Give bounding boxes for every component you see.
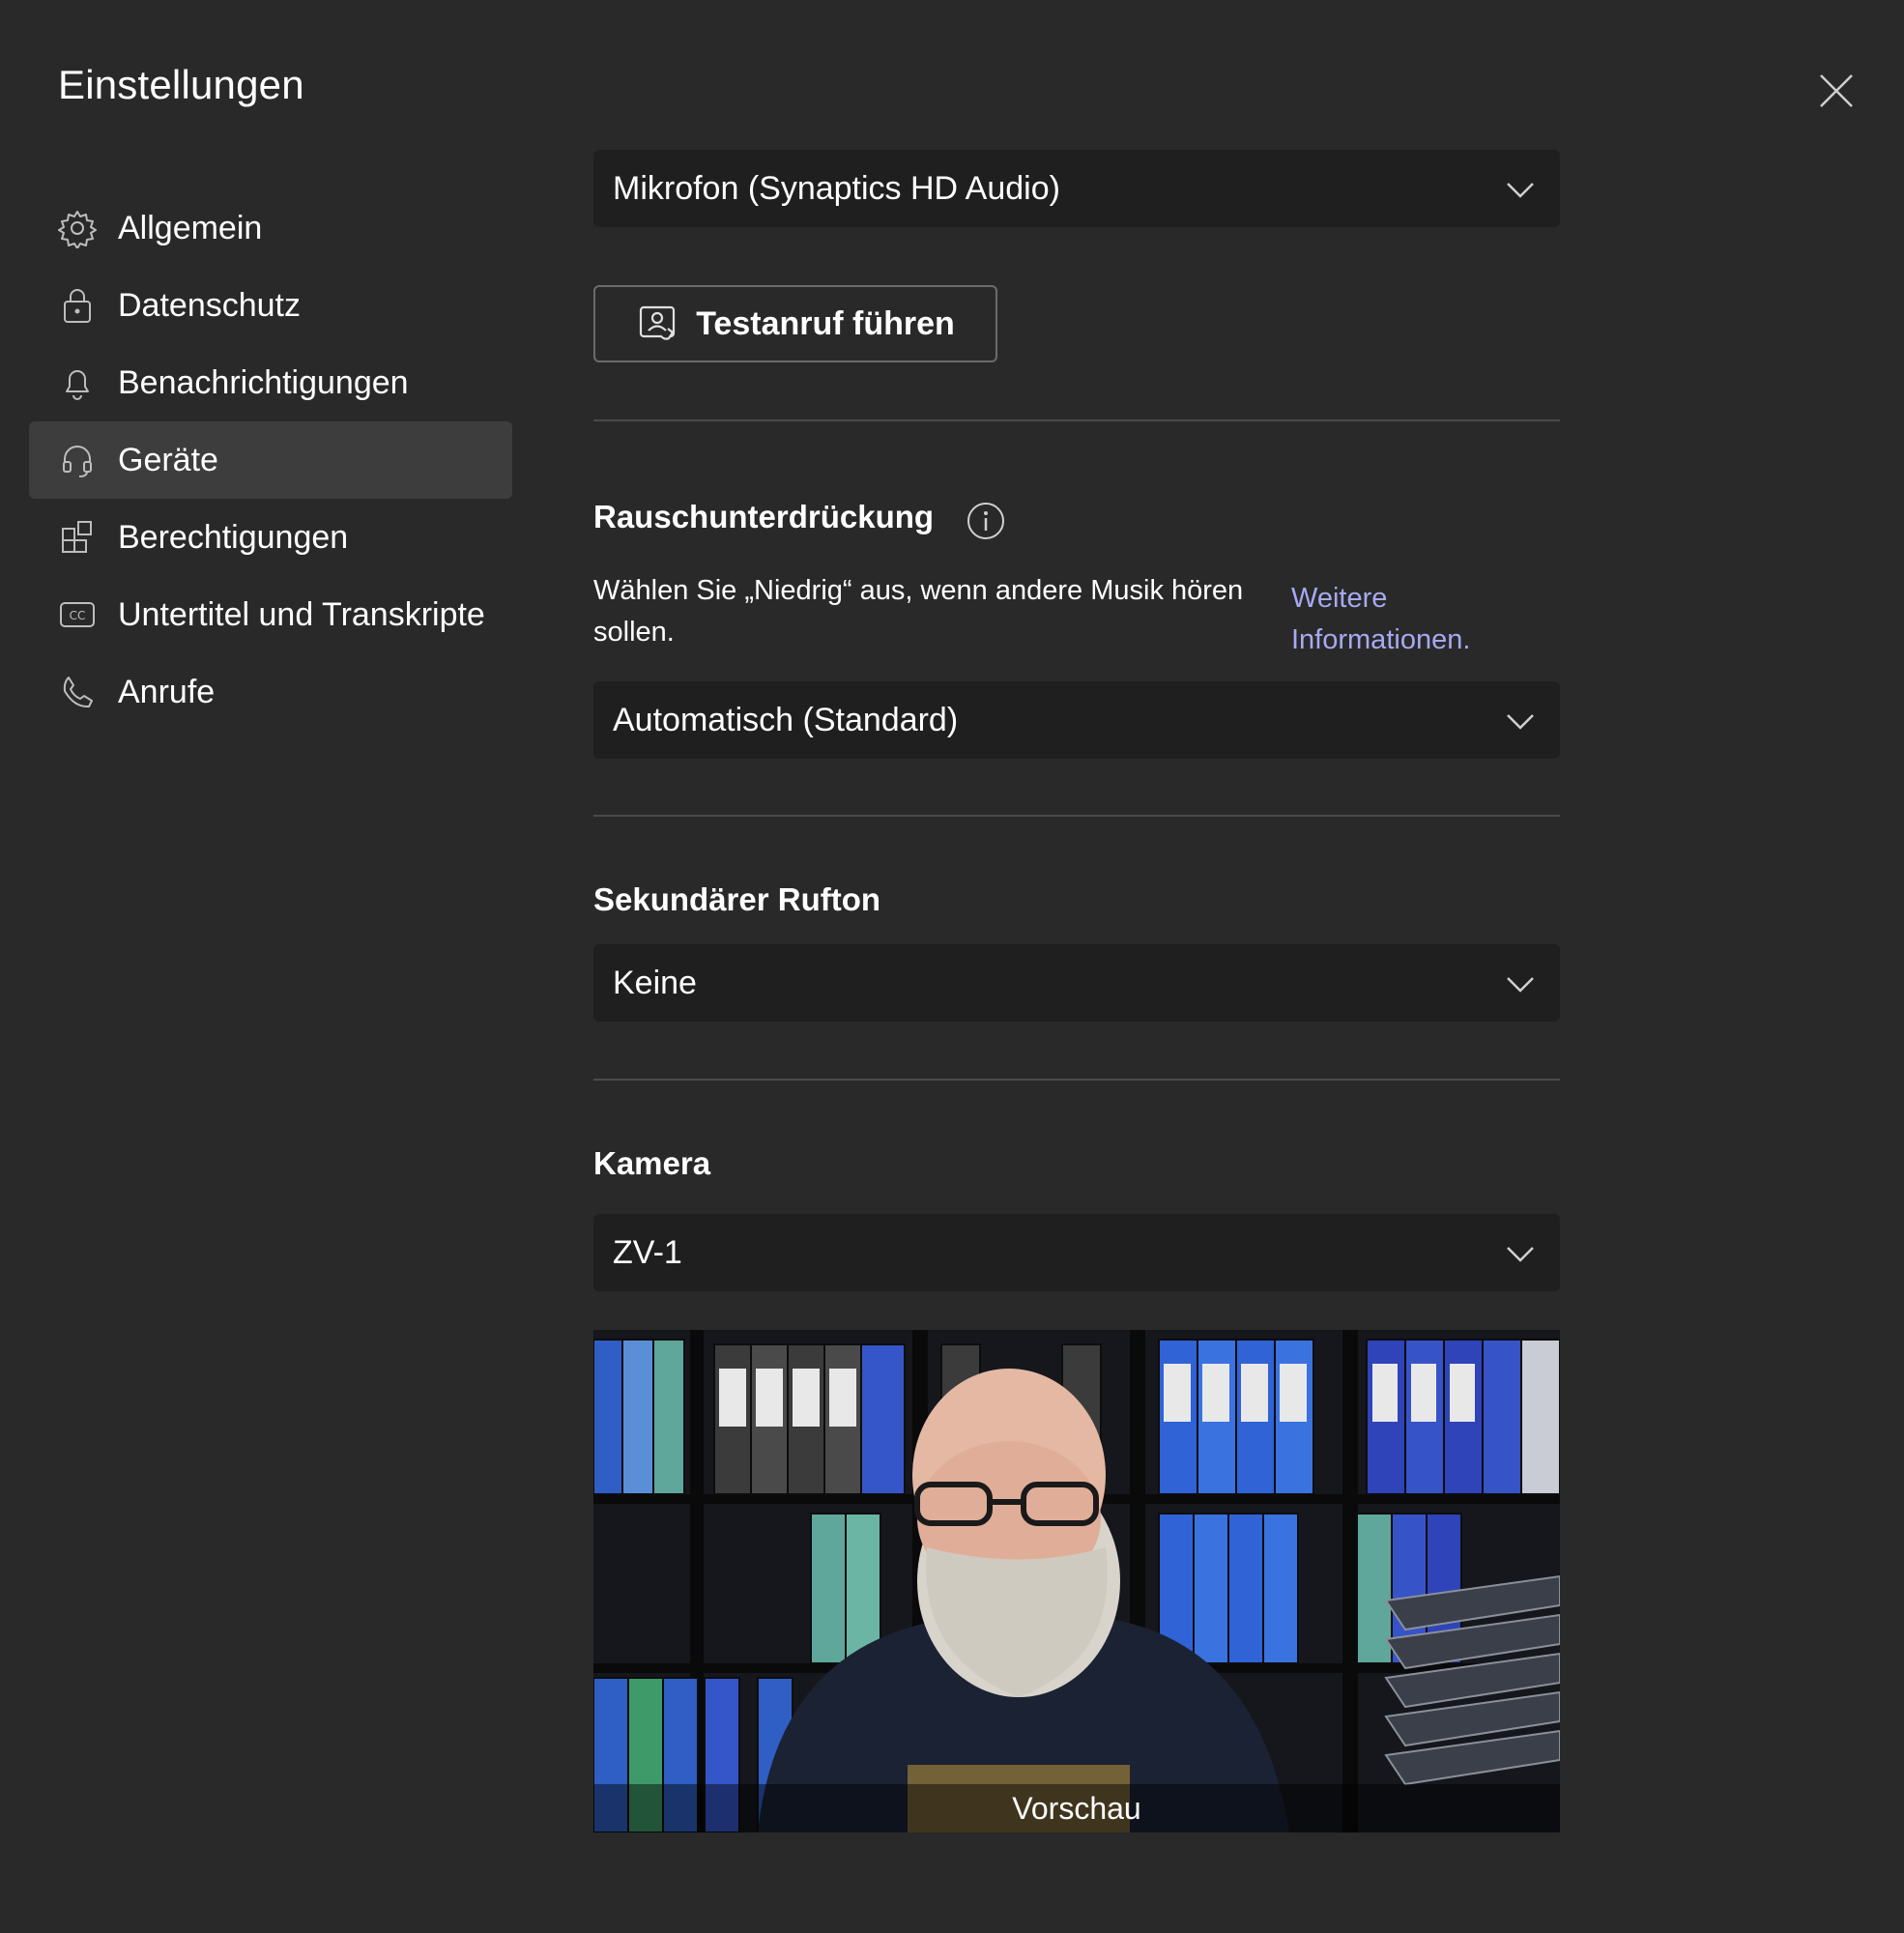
camera-select[interactable]: ZV-1 [593, 1214, 1560, 1291]
close-button[interactable] [1815, 70, 1858, 112]
secondary-ringer-heading: Sekundärer Rufton [593, 881, 881, 917]
noise-suppression-select-value: Automatisch (Standard) [613, 701, 959, 738]
phone-icon [56, 671, 99, 713]
camera-heading: Kamera [593, 1145, 711, 1181]
cc-icon: CC [56, 593, 99, 636]
noise-suppression-heading: Rauschunterdrückung [593, 499, 935, 534]
divider [593, 1079, 1560, 1081]
test-call-button[interactable]: Testanruf führen [593, 285, 997, 362]
chevron-down-icon [1507, 977, 1534, 993]
noise-suppression-select[interactable]: Automatisch (Standard) [593, 681, 1560, 759]
divider [593, 419, 1560, 421]
test-call-icon [640, 305, 676, 340]
camera-select-value: ZV-1 [613, 1233, 682, 1271]
test-call-label: Testanruf führen [696, 304, 955, 342]
sidebar-item-label: Allgemein [118, 209, 263, 246]
camera-preview-image [593, 1330, 1560, 1832]
lock-icon [56, 284, 99, 327]
sidebar-item-label: Untertitel und Transkripte [118, 595, 485, 633]
sidebar-item-datenschutz[interactable]: Datenschutz [29, 267, 512, 344]
headset-icon [56, 439, 99, 481]
bell-icon [56, 361, 99, 404]
more-info-link[interactable]: Weitere Informationen. [1291, 578, 1543, 661]
chevron-down-icon [1507, 714, 1534, 730]
close-icon[interactable] [1815, 70, 1858, 112]
sidebar-item-berechtigungen[interactable]: Berechtigungen [29, 499, 512, 576]
sidebar-item-benachrichtigungen[interactable]: Benachrichtigungen [29, 344, 512, 421]
info-icon[interactable] [966, 501, 1006, 541]
chevron-down-icon [1507, 1247, 1534, 1262]
sidebar-item-label: Benachrichtigungen [118, 363, 409, 401]
camera-preview: Vorschau [593, 1330, 1560, 1832]
preview-label-bar: Vorschau [593, 1784, 1560, 1832]
settings-sidebar: Allgemein Datenschutz Benachrichtigungen… [29, 189, 512, 731]
sidebar-item-untertitel[interactable]: CC Untertitel und Transkripte [29, 576, 512, 653]
microphone-select[interactable]: Mikrofon (Synaptics HD Audio) [593, 150, 1560, 227]
chevron-down-icon [1507, 183, 1534, 198]
secondary-ringer-select-value: Keine [613, 964, 697, 1001]
secondary-ringer-select[interactable]: Keine [593, 944, 1560, 1022]
gear-icon [56, 207, 99, 249]
sidebar-item-label: Anrufe [118, 673, 216, 710]
apps-icon [56, 516, 99, 559]
sidebar-item-label: Berechtigungen [118, 518, 349, 556]
svg-text:CC: CC [70, 609, 86, 622]
sidebar-item-label: Datenschutz [118, 286, 301, 324]
noise-suppression-description: Wählen Sie „Niedrig“ aus, wenn andere Mu… [593, 575, 1244, 648]
microphone-select-value: Mikrofon (Synaptics HD Audio) [613, 169, 1060, 207]
page-title: Einstellungen [58, 62, 304, 107]
preview-label: Vorschau [1012, 1790, 1141, 1826]
sidebar-item-geraete[interactable]: Geräte [29, 421, 512, 499]
divider [593, 815, 1560, 817]
sidebar-item-anrufe[interactable]: Anrufe [29, 653, 512, 731]
sidebar-item-label: Geräte [118, 441, 218, 478]
sidebar-item-allgemein[interactable]: Allgemein [29, 189, 512, 267]
